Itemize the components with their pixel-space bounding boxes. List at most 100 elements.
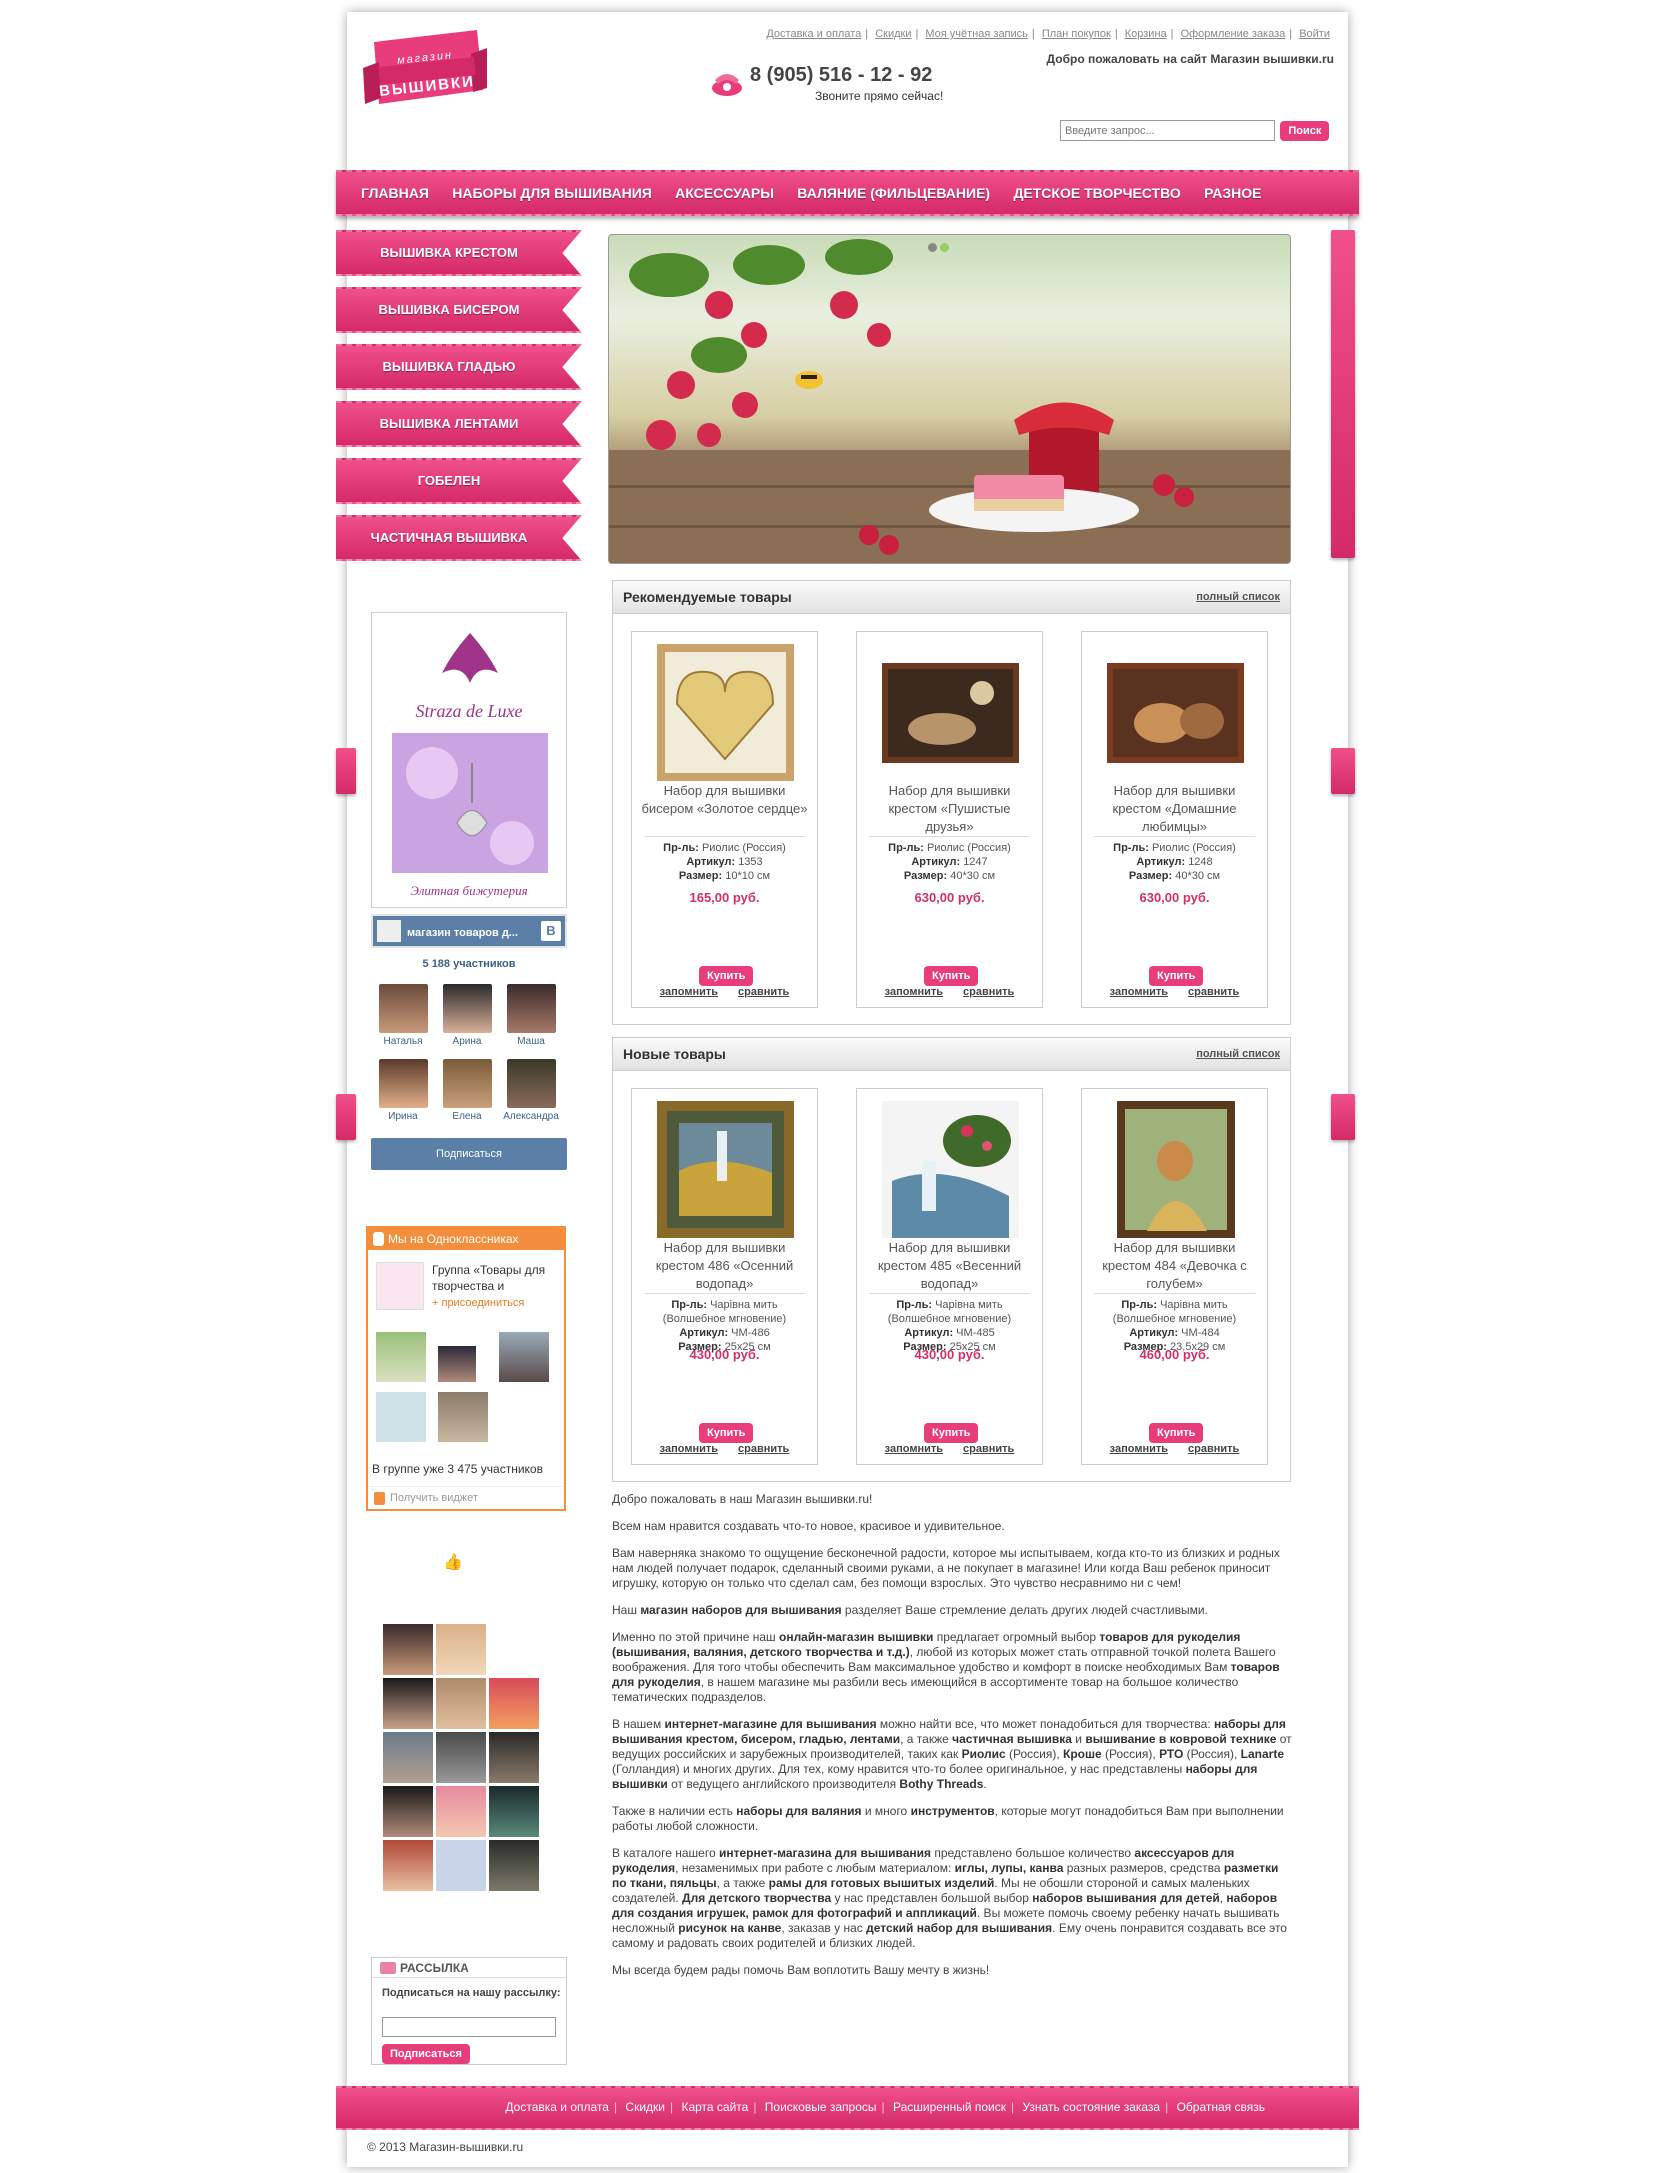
category-partial[interactable]: Частичная вышивка	[336, 515, 582, 561]
toplink-discounts[interactable]: Скидки	[875, 28, 911, 40]
avatar[interactable]	[376, 1392, 426, 1442]
compare-link[interactable]: сравнить	[1188, 986, 1239, 998]
vk-member[interactable]: Маша	[499, 984, 563, 1047]
avatar[interactable]	[383, 1732, 433, 1783]
vk-subscribe-button[interactable]: Подписаться	[371, 1138, 567, 1170]
footer-link-sitemap[interactable]: Карта сайта	[681, 2100, 748, 2114]
avatar[interactable]	[489, 1678, 539, 1729]
vk-member[interactable]: Елена	[435, 1059, 499, 1122]
remember-link[interactable]: запомнить	[885, 1443, 943, 1455]
product-name[interactable]: Набор для вышивки крестом 485 «Весенний …	[865, 1239, 1034, 1293]
newsletter-email-input[interactable]	[382, 2017, 556, 2037]
avatar[interactable]	[383, 1624, 433, 1675]
slider-dot[interactable]	[928, 243, 937, 252]
compare-link[interactable]: сравнить	[963, 986, 1014, 998]
compare-link[interactable]: сравнить	[738, 1443, 789, 1455]
nav-felting[interactable]: Валяние (фильцевание)	[797, 172, 990, 214]
phone-number[interactable]: 8 (905) 516 - 12 - 92	[750, 64, 970, 87]
avatar[interactable]	[383, 1678, 433, 1729]
nav-misc[interactable]: Разное	[1204, 172, 1261, 214]
product-name[interactable]: Набор для вышивки крестом 486 «Осенний в…	[640, 1239, 809, 1293]
footer-link-advanced-search[interactable]: Расширенный поиск	[893, 2100, 1006, 2114]
product-name[interactable]: Набор для вышивки бисером «Золотое сердц…	[640, 782, 809, 818]
product-name[interactable]: Набор для вышивки крестом 484 «Девочка с…	[1090, 1239, 1259, 1293]
category-ribbons[interactable]: Вышивка лентами	[336, 401, 582, 447]
product-image[interactable]	[657, 1101, 794, 1238]
like-icon[interactable]: 👍	[443, 1552, 463, 1572]
avatar[interactable]	[376, 1332, 426, 1382]
avatar[interactable]	[436, 1732, 486, 1783]
category-satin-stitch[interactable]: Вышивка гладью	[336, 344, 582, 390]
avatar[interactable]	[489, 1732, 539, 1783]
product-image[interactable]	[1107, 1101, 1244, 1238]
hero-slider[interactable]	[608, 234, 1291, 564]
site-logo[interactable]: магазин ВЫШИВКИ	[359, 28, 489, 118]
nav-accessories[interactable]: Аксессуары	[675, 172, 774, 214]
avatar[interactable]	[436, 1840, 486, 1891]
product-name[interactable]: Набор для вышивки крестом «Пушистые друз…	[865, 782, 1034, 836]
remember-link[interactable]: запомнить	[660, 1443, 718, 1455]
newsletter-subscribe-button[interactable]: Подписаться	[382, 2044, 470, 2064]
vk-member[interactable]: Александра	[499, 1059, 563, 1122]
remember-link[interactable]: запомнить	[660, 986, 718, 998]
toplink-plan[interactable]: План покупок	[1042, 28, 1111, 40]
footer-link-feedback[interactable]: Обратная связь	[1177, 2100, 1265, 2114]
product-image[interactable]	[882, 644, 1019, 781]
avatar[interactable]	[499, 1332, 549, 1382]
avatar[interactable]	[383, 1786, 433, 1837]
toplink-checkout[interactable]: Оформление заказа	[1181, 28, 1286, 40]
toplink-cart[interactable]: Корзина	[1125, 28, 1167, 40]
buy-button[interactable]: Купить	[1149, 966, 1204, 986]
avatar[interactable]	[489, 1786, 539, 1837]
compare-link[interactable]: сравнить	[738, 986, 789, 998]
new-items-full-list-link[interactable]: полный список	[1196, 1048, 1280, 1060]
buy-button[interactable]: Купить	[699, 966, 754, 986]
buy-button[interactable]: Купить	[699, 1423, 754, 1443]
category-beads[interactable]: Вышивка бисером	[336, 287, 582, 333]
avatar[interactable]	[436, 1786, 486, 1837]
avatar[interactable]	[436, 1678, 486, 1729]
ok-get-widget-link[interactable]: Получить виджет	[368, 1486, 564, 1505]
vk-member[interactable]: Ирина	[371, 1059, 435, 1122]
footer-link-delivery[interactable]: Доставка и оплата	[505, 2100, 609, 2114]
ad-banner[interactable]: S Straza de Luxe Элитная бижутерия	[371, 612, 567, 908]
footer-link-discounts[interactable]: Скидки	[625, 2100, 665, 2114]
vk-group-bar[interactable]: магазин товаров д... В	[371, 914, 567, 948]
nav-embroidery-kits[interactable]: Наборы для вышивания	[452, 172, 652, 214]
buy-button[interactable]: Купить	[924, 1423, 979, 1443]
ok-join-link[interactable]: + присоединиться	[432, 1297, 524, 1309]
ok-group[interactable]: Группа «Товары для творчества и + присоед…	[376, 1262, 545, 1310]
avatar[interactable]	[436, 1624, 486, 1675]
remember-link[interactable]: запомнить	[885, 986, 943, 998]
toplink-delivery[interactable]: Доставка и оплата	[766, 28, 861, 40]
compare-link[interactable]: сравнить	[963, 1443, 1014, 1455]
search-button[interactable]: Поиск	[1280, 120, 1330, 141]
category-tapestry[interactable]: Гобелен	[336, 458, 582, 504]
avatar[interactable]	[438, 1392, 488, 1442]
product-image[interactable]	[657, 644, 794, 781]
compare-link[interactable]: сравнить	[1188, 1443, 1239, 1455]
nav-kids[interactable]: Детское творчество	[1013, 172, 1180, 214]
buy-button[interactable]: Купить	[924, 966, 979, 986]
avatar[interactable]	[383, 1840, 433, 1891]
footer-link-order-status[interactable]: Узнать состояние заказа	[1022, 2100, 1160, 2114]
recommended-full-list-link[interactable]: полный список	[1196, 591, 1280, 603]
vk-member[interactable]: Наталья	[371, 984, 435, 1047]
remember-link[interactable]: запомнить	[1110, 986, 1168, 998]
search-input[interactable]	[1060, 120, 1275, 141]
avatar[interactable]	[438, 1346, 476, 1382]
buy-button[interactable]: Купить	[1149, 1423, 1204, 1443]
nav-home[interactable]: Главная	[361, 172, 429, 214]
remember-link[interactable]: запомнить	[1110, 1443, 1168, 1455]
toplink-login[interactable]: Войти	[1299, 28, 1330, 40]
avatar[interactable]	[489, 1840, 539, 1891]
vk-member[interactable]: Арина	[435, 984, 499, 1047]
slider-dot-active[interactable]	[940, 243, 949, 252]
footer-link-search-queries[interactable]: Поисковые запросы	[765, 2100, 877, 2114]
product-image[interactable]	[882, 1101, 1019, 1238]
avatar	[442, 984, 492, 1033]
toplink-account[interactable]: Моя учётная запись	[925, 28, 1028, 40]
product-name[interactable]: Набор для вышивки крестом «Домашние люби…	[1090, 782, 1259, 836]
category-cross-stitch[interactable]: Вышивка крестом	[336, 230, 582, 276]
product-image[interactable]	[1107, 644, 1244, 781]
